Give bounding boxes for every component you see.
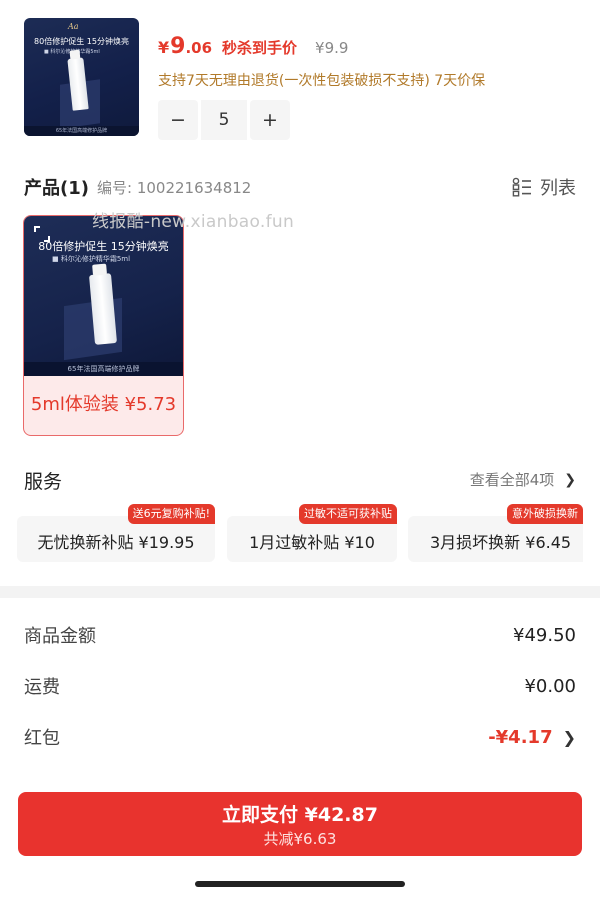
goods-amount-label: 商品金额 (24, 626, 96, 647)
services-title: 服务 (24, 471, 63, 493)
return-policy: 支持7天无理由退货(一次性包装破损不支持) 7天价保 (158, 73, 486, 89)
price-currency: ¥ (158, 38, 170, 57)
section-divider (0, 586, 600, 598)
service-badge: 意外破损换新 (507, 504, 583, 524)
total-discount: 共减¥6.63 (263, 830, 337, 848)
product-section-title: 产品(1) (24, 178, 89, 199)
watermark: 线报酷-new.xianbao.fun (92, 212, 295, 232)
service-card-damage[interactable]: 3月损坏换新 ¥6.45 意外破损换新 (408, 504, 583, 562)
view-all-label: 查看全部4项 (469, 471, 555, 489)
service-label: 3月损坏换新 ¥6.45 (430, 533, 572, 552)
service-badge: 过敏不适可获补贴 (299, 504, 397, 524)
list-toggle-label: 列表 (540, 178, 576, 199)
chevron-right-icon: ❯ (562, 727, 576, 747)
quantity-stepper: − 5 + (158, 100, 290, 140)
service-badge: 送6元复购补贴! (127, 504, 215, 524)
price-integer: 9 (170, 34, 186, 59)
list-view-toggle[interactable]: 列表 (512, 174, 576, 200)
services-row: 无忧换新补贴 ¥19.95 送6元复购补贴! 1月过敏补贴 ¥10 过敏不适可获… (17, 504, 583, 564)
variant-subtitle: ■ 科尔沁修护精华霜5ml (52, 255, 131, 263)
thumb-headline: 80倍修护促生 15分钟焕亮 (34, 37, 129, 46)
variant-headline: 80倍修护促生 15分钟焕亮 (38, 240, 169, 253)
variant-footer: 65年法国高端修护品牌 (24, 362, 183, 376)
price-decimal: .06 (185, 39, 213, 57)
coupon-row[interactable]: 红包 -¥4.17 ❯ (24, 724, 576, 750)
shipping-value: ¥0.00 (524, 675, 576, 697)
decrease-button[interactable]: − (158, 100, 198, 140)
coupon-value: -¥4.17 (488, 726, 553, 748)
brand-logo: Aa (68, 22, 79, 31)
coupon-value-group: -¥4.17 ❯ (488, 727, 576, 748)
pay-now-label: 立即支付 ¥42.87 (222, 804, 378, 826)
service-card-renewal[interactable]: 无忧换新补贴 ¥19.95 送6元复购补贴! (17, 504, 215, 562)
coupon-label: 红包 (24, 728, 60, 749)
chevron-right-icon: ❯ (564, 471, 576, 488)
thumb-footer: 65年法国高端修护品牌 (24, 126, 139, 136)
variant-image: 80倍修护促生 15分钟焕亮 ■ 科尔沁修护精华霜5ml 65年法国高端修护品牌 (24, 216, 183, 376)
variant-card[interactable]: 80倍修护促生 15分钟焕亮 ■ 科尔沁修护精华霜5ml 65年法国高端修护品牌… (23, 215, 184, 436)
increase-button[interactable]: + (250, 100, 290, 140)
variant-label: 5ml体验装 ¥5.73 (30, 394, 177, 415)
goods-amount-value: ¥49.50 (513, 624, 576, 646)
list-icon (512, 177, 531, 197)
price-row: ¥ 9 .06 秒杀到手价 ¥9.9 (158, 34, 348, 59)
price-tag: 秒杀到手价 (222, 39, 298, 57)
shipping-label: 运费 (24, 677, 60, 698)
pay-now-button[interactable]: 立即支付 ¥42.87 共减¥6.63 (18, 792, 582, 856)
product-thumbnail[interactable]: Aa 80倍修护促生 15分钟焕亮 ■ 科尔沁修护精华霜5ml 65年法国高端修… (24, 18, 139, 136)
quantity-value[interactable]: 5 (201, 100, 247, 140)
variant-tube-graphic (88, 273, 118, 345)
goods-amount-row: 商品金额 ¥49.50 (24, 622, 576, 648)
view-all-services[interactable]: 查看全部4项 ❯ (470, 469, 576, 490)
service-label: 1月过敏补贴 ¥10 (249, 533, 375, 552)
home-indicator[interactable] (195, 881, 405, 887)
service-card-allergy[interactable]: 1月过敏补贴 ¥10 过敏不适可获补贴 (227, 504, 397, 562)
shipping-row: 运费 ¥0.00 (24, 673, 576, 699)
product-code: 编号: 100221634812 (97, 179, 252, 197)
original-price: ¥9.9 (315, 39, 349, 57)
service-label: 无忧换新补贴 ¥19.95 (37, 533, 195, 552)
